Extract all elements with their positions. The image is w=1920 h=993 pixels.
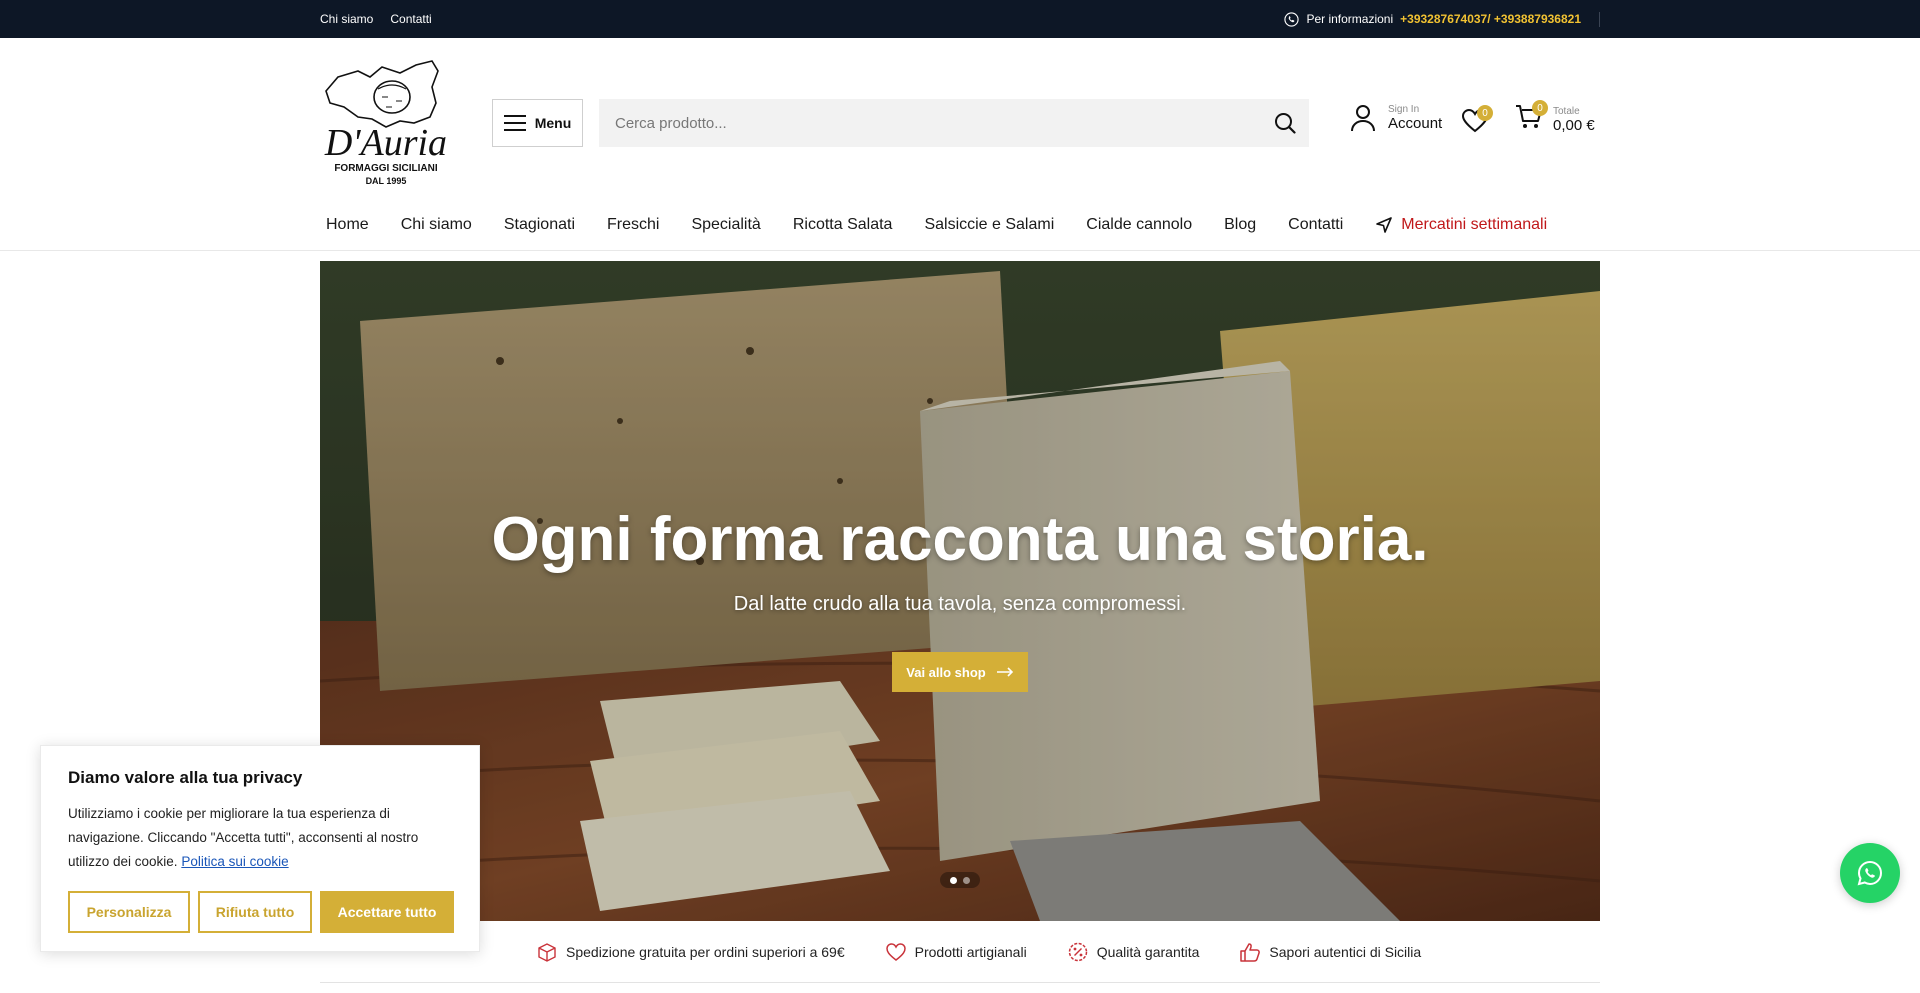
hero-slider: Ogni forma racconta una storia. Dal latt…	[320, 261, 1600, 921]
feature-quality-label: Qualità garantita	[1096, 944, 1200, 960]
top-link-chi-siamo[interactable]: Chi siamo	[320, 12, 373, 26]
search-input[interactable]	[599, 99, 1261, 147]
nav-divider	[0, 250, 1920, 251]
shop-button-label: Vai allo shop	[906, 664, 986, 680]
main-nav: Home Chi siamo Stagionati Freschi Specia…	[320, 208, 1573, 242]
nav-item-salsiccie-salami[interactable]: Salsiccie e Salami	[924, 216, 1054, 234]
phone-numbers[interactable]: +393287674037/ +393887936821	[1400, 12, 1581, 26]
info-label: Per informazioni	[1306, 12, 1394, 26]
site-logo[interactable]: D'Auria FORMAGGI SICILIANI DAL 1995	[320, 57, 452, 189]
cookie-customize-button[interactable]: Personalizza	[68, 891, 190, 933]
nav-item-specialita[interactable]: Specialità	[691, 216, 760, 234]
phone-icon	[1284, 11, 1300, 27]
menu-label: Menu	[534, 115, 572, 131]
slider-dots	[940, 872, 980, 888]
search-bar	[599, 99, 1309, 147]
nav-item-chi-siamo[interactable]: Chi siamo	[401, 216, 472, 234]
top-bar: Chi siamo Contatti Per informazioni +393…	[0, 0, 1920, 38]
logo-since: DAL 1995	[366, 176, 407, 186]
cookie-accept-button[interactable]: Accettare tutto	[320, 891, 454, 933]
search-button[interactable]	[1261, 99, 1309, 147]
feature-flavors: Sapori autentici di Sicilia	[1239, 941, 1421, 963]
nav-item-stagionati[interactable]: Stagionati	[504, 216, 575, 234]
hero-subtitle: Dal latte crudo alla tua tavola, senza c…	[733, 593, 1187, 615]
nav-item-ricotta-salata[interactable]: Ricotta Salata	[793, 216, 893, 234]
cookie-banner: Diamo valore alla tua privacy Utilizziam…	[40, 745, 480, 952]
arrow-right-icon	[996, 667, 1013, 677]
features-bar: Spedizione gratuita per ordini superiori…	[536, 941, 1421, 963]
logo-tagline: FORMAGGI SICILIANI	[334, 163, 438, 174]
logo-wordmark: D'Auria	[324, 122, 447, 164]
cookie-policy-link[interactable]: Politica sui cookie	[181, 854, 288, 869]
user-icon	[1351, 105, 1375, 132]
features-divider	[320, 982, 1600, 983]
account-label: Account	[1388, 115, 1443, 132]
percent-badge-icon	[1068, 942, 1087, 962]
hamburger-icon	[503, 115, 526, 131]
nav-item-mercatini[interactable]: Mercatini settimanali	[1375, 216, 1547, 234]
nav-item-home[interactable]: Home	[326, 216, 369, 234]
feature-quality: Qualità garantita	[1067, 941, 1200, 963]
top-links: Chi siamo Contatti	[320, 12, 432, 26]
cookie-text: Utilizziamo i cookie per migliorare la t…	[68, 802, 452, 874]
nav-item-cialde-cannolo[interactable]: Cialde cannolo	[1086, 216, 1192, 234]
feature-flavors-label: Sapori autentici di Sicilia	[1269, 944, 1422, 960]
account-link[interactable]: Sign In Account	[1350, 104, 1442, 132]
cart-total: 0,00 €	[1553, 116, 1595, 134]
wishlist-button[interactable]: 0	[1461, 105, 1493, 138]
search-icon	[1275, 113, 1296, 134]
whatsapp-icon	[1857, 860, 1883, 886]
slider-dot-1[interactable]	[950, 876, 957, 884]
cart-total-label: Totale	[1553, 105, 1580, 117]
feature-artisanal-label: Prodotti artigianali	[914, 944, 1027, 960]
thumbs-up-icon	[1240, 943, 1261, 962]
cart-button[interactable]: 0 Totale 0,00 €	[1515, 100, 1595, 135]
nav-item-contatti[interactable]: Contatti	[1288, 216, 1343, 234]
cookie-buttons: Personalizza Rifiuta tutto Accettare tut…	[68, 891, 454, 933]
nav-item-blog[interactable]: Blog	[1224, 216, 1256, 234]
contact-info: Per informazioni +393287674037/ +3938879…	[1284, 11, 1600, 27]
feature-artisanal: Prodotti artigianali	[885, 941, 1027, 963]
hero-cheese-image	[320, 261, 1600, 921]
heart-icon	[885, 943, 906, 961]
top-link-contatti[interactable]: Contatti	[390, 12, 431, 26]
feature-shipping: Spedizione gratuita per ordini superiori…	[536, 941, 845, 963]
menu-button[interactable]: Menu	[492, 99, 583, 147]
hero-title: Ogni forma racconta una storia.	[491, 505, 1429, 574]
navigation-arrow-icon	[1376, 217, 1393, 233]
nav-item-freschi[interactable]: Freschi	[607, 216, 659, 234]
nav-item-mercatini-label: Mercatini settimanali	[1401, 216, 1548, 233]
shop-button[interactable]: Vai allo shop	[892, 652, 1028, 692]
wishlist-count-badge: 0	[1477, 105, 1493, 121]
cookie-title: Diamo valore alla tua privacy	[68, 768, 303, 787]
feature-shipping-label: Spedizione gratuita per ordini superiori…	[566, 944, 845, 960]
cart-count-badge: 0	[1532, 100, 1548, 116]
box-icon	[538, 943, 556, 962]
whatsapp-button[interactable]	[1840, 843, 1900, 903]
account-small-label: Sign In	[1388, 104, 1420, 115]
slider-dot-2[interactable]	[963, 876, 970, 884]
cookie-reject-button[interactable]: Rifiuta tutto	[198, 891, 312, 933]
